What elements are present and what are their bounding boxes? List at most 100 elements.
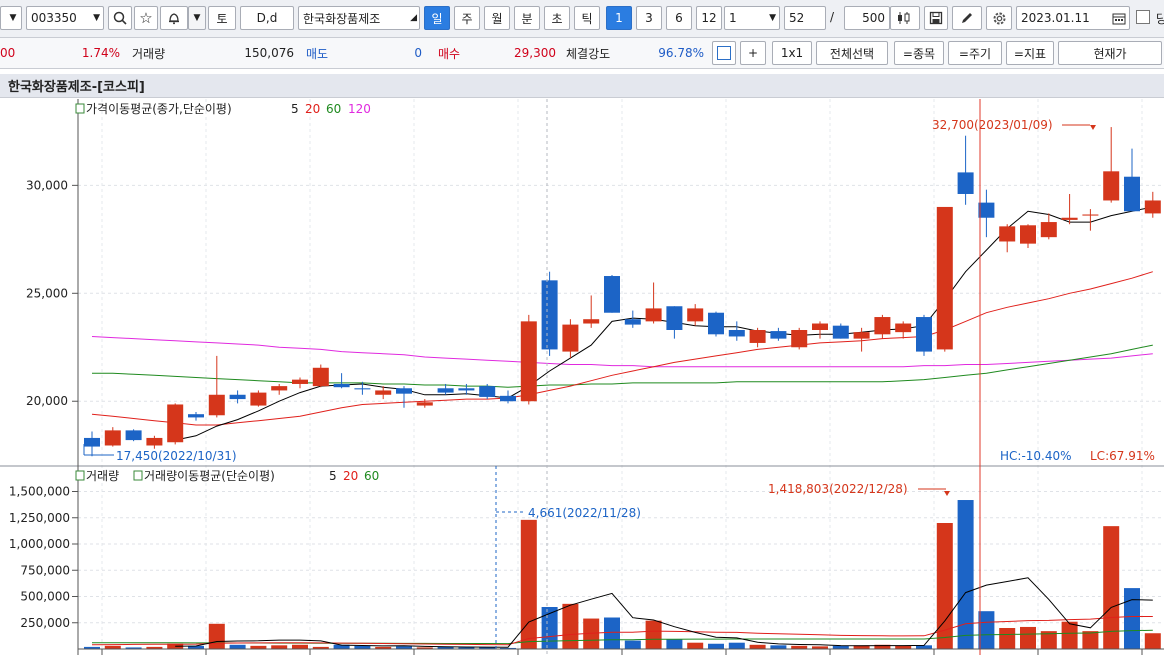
volume-bar[interactable] [1082,631,1099,649]
candle-up[interactable] [874,314,891,339]
tab-second[interactable]: 초 [544,6,570,30]
volume-bar[interactable] [624,640,641,649]
volume-bar[interactable] [1020,626,1036,649]
candle-up[interactable] [520,314,537,405]
tab-minute[interactable]: 분 [514,6,540,30]
candle-up[interactable] [812,321,828,339]
period-num-3[interactable]: 3 [636,6,662,30]
candle-down[interactable] [957,135,974,205]
volume-bar[interactable] [520,519,537,649]
candle-down[interactable] [770,327,787,341]
candle-up[interactable] [583,295,600,328]
date-type-button[interactable]: 토 [208,6,236,30]
favorite-button[interactable]: ☆ [134,6,158,30]
candle-up[interactable] [1020,224,1036,248]
save-button[interactable] [924,6,948,30]
date-input[interactable]: 2023.01.11 [1016,6,1130,30]
volume-bar[interactable] [749,644,766,649]
menu-dropdown-button[interactable]: ▼ [0,6,22,30]
count-input[interactable]: 500 [844,6,890,30]
candle-up[interactable] [167,403,184,445]
candle-up[interactable] [312,364,329,388]
current-price-button[interactable]: 현재가 [1058,41,1162,65]
volume-bar[interactable] [770,645,787,649]
volume-bar[interactable] [728,642,745,649]
volume-bar[interactable] [687,642,704,649]
candle-up[interactable] [895,321,912,339]
candle-down[interactable] [229,390,246,404]
draw-tool-button[interactable] [952,6,982,30]
candle-down[interactable] [84,431,100,457]
candle-up[interactable] [271,383,288,395]
candle-down[interactable] [708,311,724,337]
tab-week[interactable]: 주 [454,6,480,30]
volume-bar[interactable] [604,617,620,650]
lookback-input[interactable]: 52 [784,6,826,30]
volume-bar[interactable] [708,643,724,649]
candle-down[interactable] [479,383,496,400]
candle-down[interactable] [500,390,516,404]
settings-button[interactable] [986,6,1012,30]
item-button[interactable]: =종목 [894,41,944,65]
candle-up[interactable] [208,355,225,418]
volume-bar[interactable] [271,645,288,649]
candle-up[interactable] [936,206,953,352]
stock-code-select[interactable]: 003350 ▼ [26,6,104,30]
volume-bar[interactable] [208,623,225,649]
candle-down[interactable] [728,321,745,341]
candle-up[interactable] [1144,191,1161,218]
candle-up[interactable] [562,319,579,359]
search-button[interactable] [108,6,132,30]
volume-bar[interactable] [957,500,974,649]
select-all-button[interactable]: 전체선택 [816,41,888,65]
add-button[interactable]: + [740,41,766,65]
candle-up[interactable] [104,427,121,447]
candle-up[interactable] [749,327,766,348]
candle-down[interactable] [666,306,683,339]
period-num-6[interactable]: 6 [666,6,692,30]
chart-type-button[interactable] [890,6,920,30]
candle-up[interactable] [1040,213,1057,240]
ratio-button[interactable]: 1x1 [772,41,812,65]
candle-down[interactable] [333,373,350,389]
tab-month[interactable]: 월 [484,6,510,30]
alarm-dropdown-button[interactable]: ▼ [188,6,206,30]
candle-up[interactable] [250,390,267,407]
candle-up[interactable] [645,282,662,324]
stock-name-field[interactable]: 한국화장품제조 ◢ [298,6,420,30]
candle-down[interactable] [396,386,412,408]
index-button[interactable]: =지표 [1006,41,1054,65]
candle-up[interactable] [146,435,163,449]
volume-bar[interactable] [1144,633,1161,649]
volume-bar[interactable] [1103,526,1120,649]
candle-down[interactable] [354,381,371,395]
candle-down[interactable] [604,274,620,313]
alarm-button[interactable] [160,6,188,30]
volume-bar[interactable] [292,644,308,649]
candle-up[interactable] [416,399,433,408]
tab-tick[interactable]: 틱 [574,6,600,30]
volume-bar[interactable] [229,644,246,649]
period-num-12[interactable]: 12 [696,6,722,30]
period-num-1[interactable]: 1 [606,6,632,30]
unit-select[interactable]: 1 ▼ [724,6,780,30]
cycle-button[interactable]: =주기 [948,41,1002,65]
volume-bar[interactable] [666,639,683,649]
candle-down[interactable] [624,310,641,328]
candle-down[interactable] [1124,148,1140,212]
color-box-button[interactable] [712,41,736,65]
candle-up[interactable] [292,377,308,389]
candle-down[interactable] [125,429,142,442]
candle-down[interactable] [832,323,849,339]
candle-up[interactable] [687,304,704,326]
volume-bar[interactable] [1061,621,1078,649]
candle-up[interactable] [791,327,808,350]
option-checkbox[interactable] [1136,10,1150,24]
volume-bar[interactable] [999,628,1016,649]
stock-chart[interactable]: 20,000 25,000 30,000 250,000 500,000 750,000… [0,99,1164,655]
candle-up[interactable] [1103,127,1120,203]
candle-down[interactable] [541,271,558,356]
candle-up[interactable] [999,224,1016,253]
volume-bar[interactable] [645,620,662,649]
tab-day[interactable]: 일 [424,6,450,30]
